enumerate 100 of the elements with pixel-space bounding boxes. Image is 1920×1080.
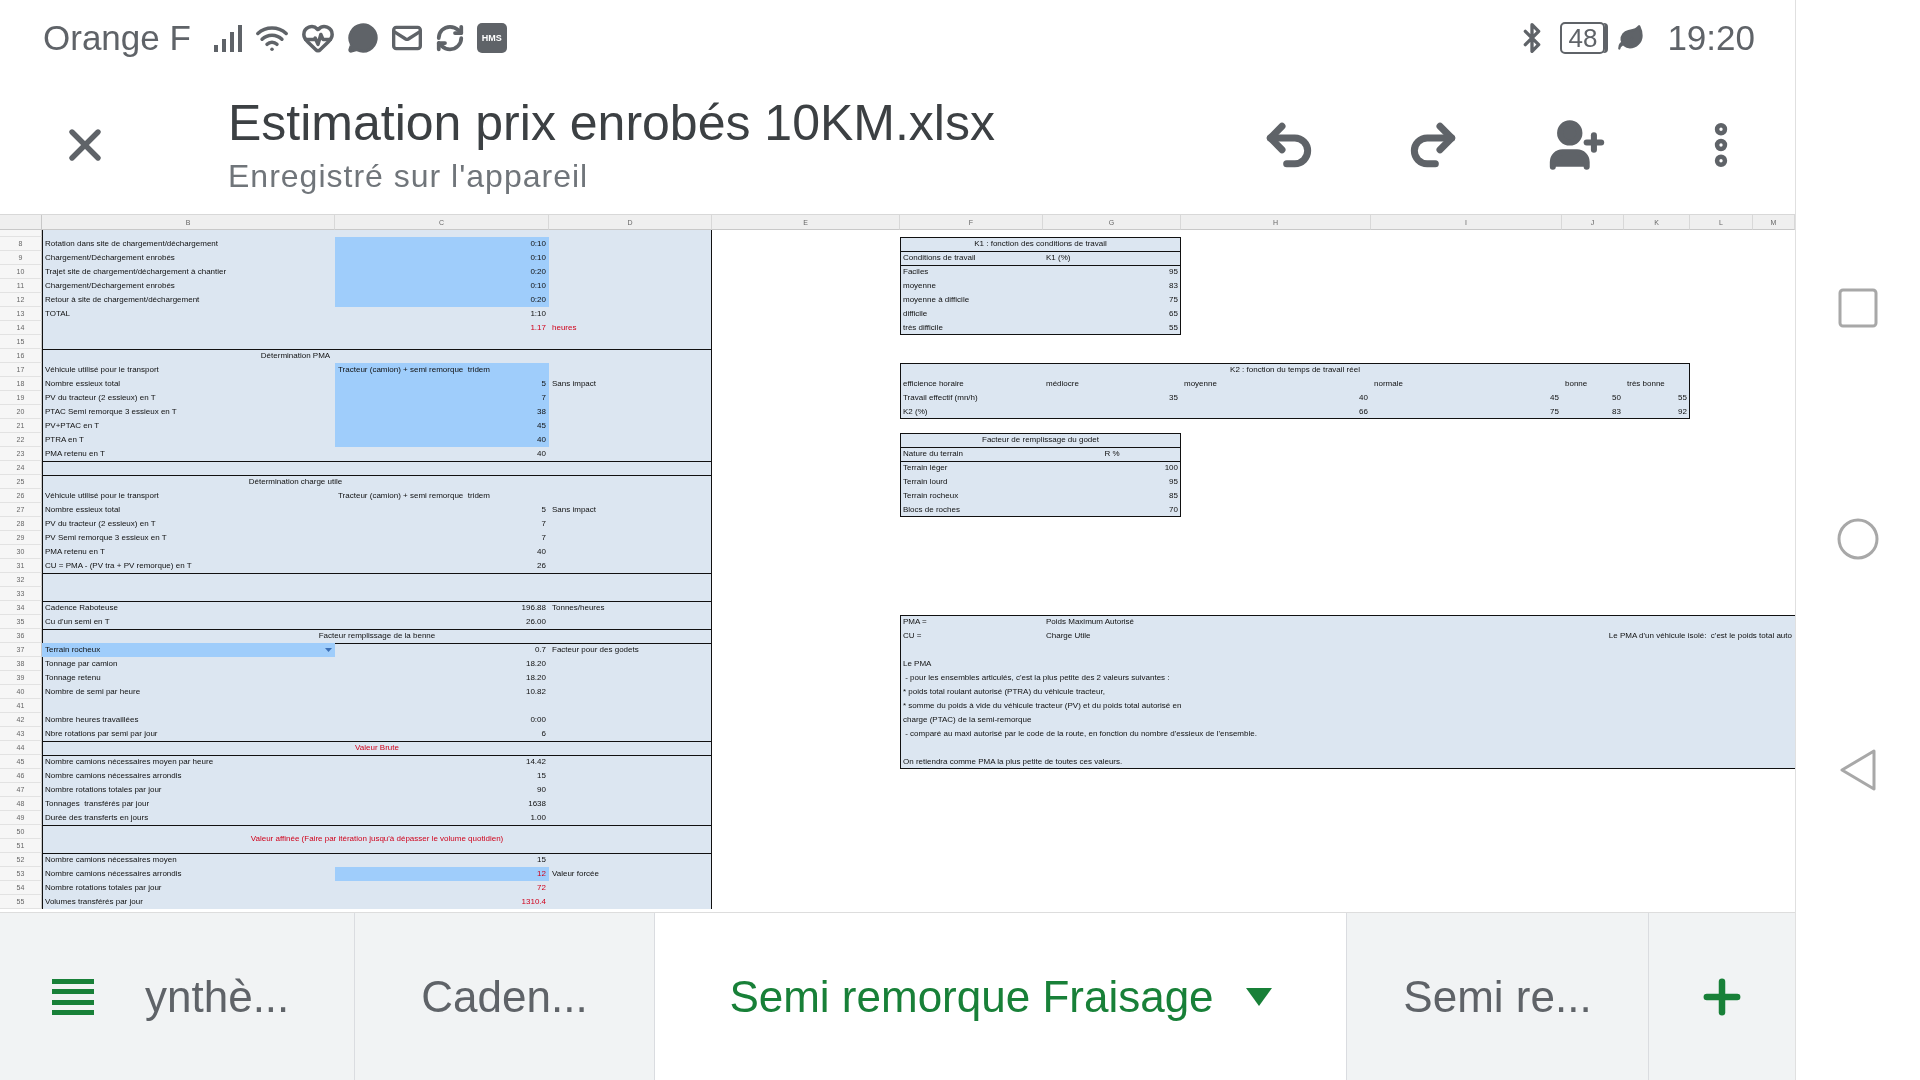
input-cell[interactable]: 0:20 [335, 293, 549, 307]
label-text: heures [551, 322, 578, 334]
input-cell[interactable]: 0:10 [335, 237, 549, 251]
label-text: Véhicule utilisé pour le transport [44, 490, 160, 502]
value-text: 1.17 [529, 322, 547, 334]
value-text: 40 [536, 448, 547, 460]
leaf-icon [1617, 23, 1646, 52]
label-text: Tracteur (camion) + semi remorque tridem [337, 490, 491, 502]
label-text: Sans impact [551, 378, 598, 390]
label-text: Nombre rotations totales par jour [44, 882, 163, 894]
input-cell[interactable]: 45 [335, 419, 549, 433]
label-text: PV+PTAC en T [44, 420, 101, 432]
label-text: Tonnage par camion [44, 658, 119, 670]
input-cell[interactable]: 0:10 [335, 251, 549, 265]
label-text: Nombre essieux total [44, 504, 122, 516]
value-text: 18.20 [524, 658, 547, 670]
input-cell[interactable]: 0:10 [335, 279, 549, 293]
label-text: CU = PMA - (PV tra + PV remorque) en T [44, 560, 193, 572]
signal-icon [212, 22, 243, 53]
value-text: 1638 [527, 798, 547, 810]
value-text: 15 [536, 854, 547, 866]
label-text: Terrain rocheux [902, 490, 960, 502]
label-text: Sans impact [551, 504, 598, 516]
label-text: Blocs de roches [902, 504, 961, 516]
label-text: Tonnage retenu [44, 672, 102, 684]
row-header [0, 230, 42, 237]
label-text: normale [1373, 378, 1404, 390]
dropdown-caret-icon[interactable] [1245, 988, 1272, 1006]
value-text: 55 [1677, 392, 1688, 404]
label-text: Valeur forcée [551, 868, 600, 880]
value-text: 40 [1358, 392, 1369, 404]
section-title: Facteur de remplissage du godet [981, 434, 1100, 446]
input-cell[interactable]: 5 [335, 377, 549, 391]
label-text: moyenne [902, 280, 937, 292]
input-cell[interactable]: Tracteur (camion) + semi remorque tridem [335, 363, 549, 377]
dropdown-field[interactable]: Terrain rocheux [42, 643, 335, 657]
label-text: K2 (%) [902, 406, 929, 418]
sync-icon [434, 22, 465, 53]
sheet-tab[interactable]: ynthè... [145, 913, 355, 1080]
label-text: PV Semi remorque 3 essieux en T [44, 532, 168, 544]
input-cell[interactable]: 40 [335, 433, 549, 447]
value-text: 18.20 [524, 672, 547, 684]
label-text: Véhicule utilisé pour le transport [44, 364, 160, 376]
input-cell[interactable]: 38 [335, 405, 549, 419]
value-text: 55 [1168, 322, 1179, 334]
value-text: 1.00 [529, 812, 547, 824]
battery-indicator: 48 [1560, 21, 1606, 54]
label-text: Le PMA [902, 658, 933, 670]
value-text: 75 [1168, 294, 1179, 306]
label-text: Chargement/Déchargement enrobés [44, 280, 176, 292]
label-text: Nombre essieux total [44, 378, 122, 390]
label-text: Nombre heures travaillées [44, 714, 140, 726]
value-text: 95 [1168, 266, 1179, 278]
section-title: Détermination charge utile [247, 476, 344, 488]
label-text: Chargement/Déchargement enrobés [44, 252, 176, 264]
value-text: 85 [1168, 490, 1179, 502]
label-text: On retiendra comme PMA la plus petite de toutes ces valeurs. [902, 756, 1124, 768]
label-text: très difficile [902, 322, 944, 334]
label-text: moyenne [1183, 378, 1218, 390]
label-text: Nombre de semi par heure [44, 686, 142, 698]
label-text: TOTAL [44, 308, 72, 320]
section-title: R % [1103, 448, 1121, 460]
value-text: 6 [540, 728, 547, 740]
label-text: Trajet site de chargement/déchargement à chantier [44, 266, 228, 278]
value-text: 70 [1168, 504, 1179, 516]
label-text: Nombre camions nécessaires moyen [44, 854, 178, 866]
value-text: 83 [1611, 406, 1622, 418]
input-cell[interactable]: 0:20 [335, 265, 549, 279]
label-text: Retour à site de chargement/déchargement [44, 294, 201, 306]
label-text: Faciles [902, 266, 930, 278]
label-text: Poids Maximum Autorisé [1045, 616, 1136, 628]
label-text: Volumes transférés par jour [44, 896, 144, 908]
label-text: Durée des transferts en jours [44, 812, 150, 824]
input-cell[interactable]: 7 [335, 391, 549, 405]
label-text: Charge Utile [1045, 630, 1092, 642]
clock-time: 19:20 [1667, 17, 1755, 58]
section-title: K1 : fonction des conditions de travail [973, 238, 1108, 250]
label-text: Travail effectif (mn/h) [902, 392, 979, 404]
label-text: * somme du poids à vide du véhicule tracteur (PV) et du poids total autorisé en [902, 700, 1183, 712]
label-text: Cu d'un semi en T [44, 616, 111, 628]
label-text: Nombre camions nécessaires arrondis [44, 868, 183, 880]
value-text: 7 [540, 532, 547, 544]
value-text: 66 [1358, 406, 1369, 418]
chat-icon [346, 21, 379, 54]
label-text: - comparé au maxi autorisé par le code de la route, en fonction du nombre d'essieux de l'ensemble. [904, 728, 1258, 740]
input-cell[interactable]: 12 [335, 867, 549, 881]
label-text: Terrain lourd [902, 476, 949, 488]
label-text: Cadence Raboteuse [44, 602, 119, 614]
section-title: Facteur remplissage de la benne [317, 630, 437, 642]
label-text: Terrain léger [902, 462, 949, 474]
menu-icon[interactable] [51, 979, 94, 1015]
sheet-tab[interactable]: Semi remorque Fraisage [655, 913, 1347, 1080]
label-text: PMA = [902, 616, 928, 628]
value-text: 75 [1549, 406, 1560, 418]
label-text: charge (PTAC) de la semi-remorque [902, 714, 1033, 726]
value-text: 35 [1168, 392, 1179, 404]
value-text: 90 [536, 784, 547, 796]
label-text: PMA retenu en T [44, 448, 106, 460]
document-title: Estimation prix enrobés 10KM.xlsx [228, 93, 996, 153]
value-text: 72 [536, 882, 547, 894]
